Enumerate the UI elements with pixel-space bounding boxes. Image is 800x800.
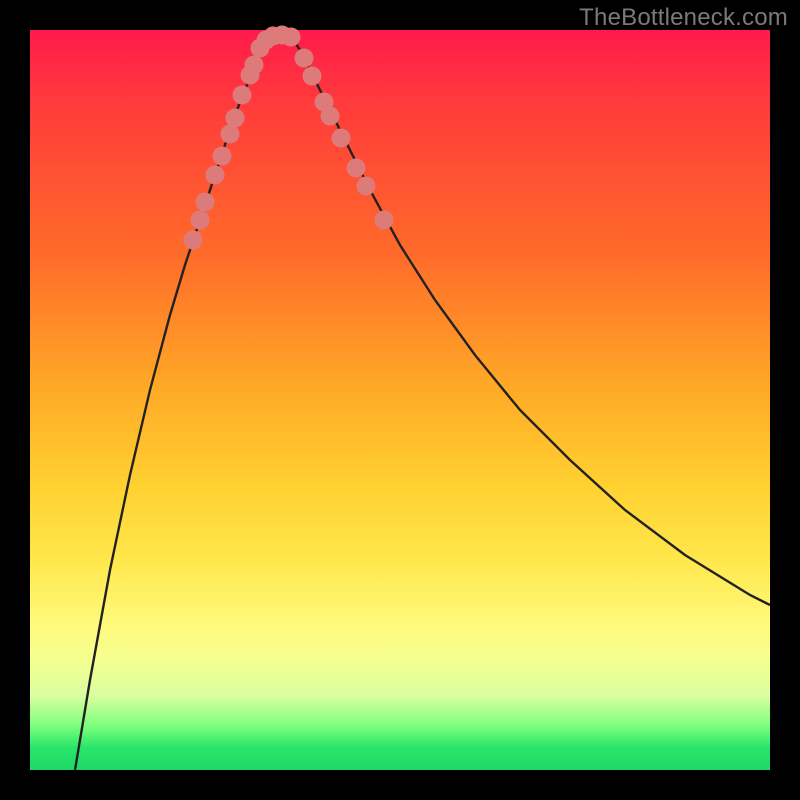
data-dot: [184, 231, 203, 250]
data-dot: [375, 211, 394, 230]
chart-frame: TheBottleneck.com: [0, 0, 800, 800]
data-dot: [226, 109, 245, 128]
data-dot: [347, 159, 366, 178]
data-dot: [332, 129, 351, 148]
data-dot: [295, 49, 314, 68]
data-dot: [321, 107, 340, 126]
data-dot: [303, 67, 322, 86]
data-dot: [233, 86, 252, 105]
data-dot: [196, 193, 215, 212]
data-dot: [213, 147, 232, 166]
curves-svg: [30, 30, 770, 770]
data-dot: [245, 56, 264, 75]
data-dot: [357, 177, 376, 196]
left-curve: [75, 35, 270, 770]
watermark-text: TheBottleneck.com: [579, 4, 788, 32]
right-curve: [290, 35, 770, 605]
data-dots: [184, 26, 394, 250]
plot-area: [30, 30, 770, 770]
data-dot: [282, 28, 301, 47]
data-dot: [206, 166, 225, 185]
data-dot: [191, 211, 210, 230]
